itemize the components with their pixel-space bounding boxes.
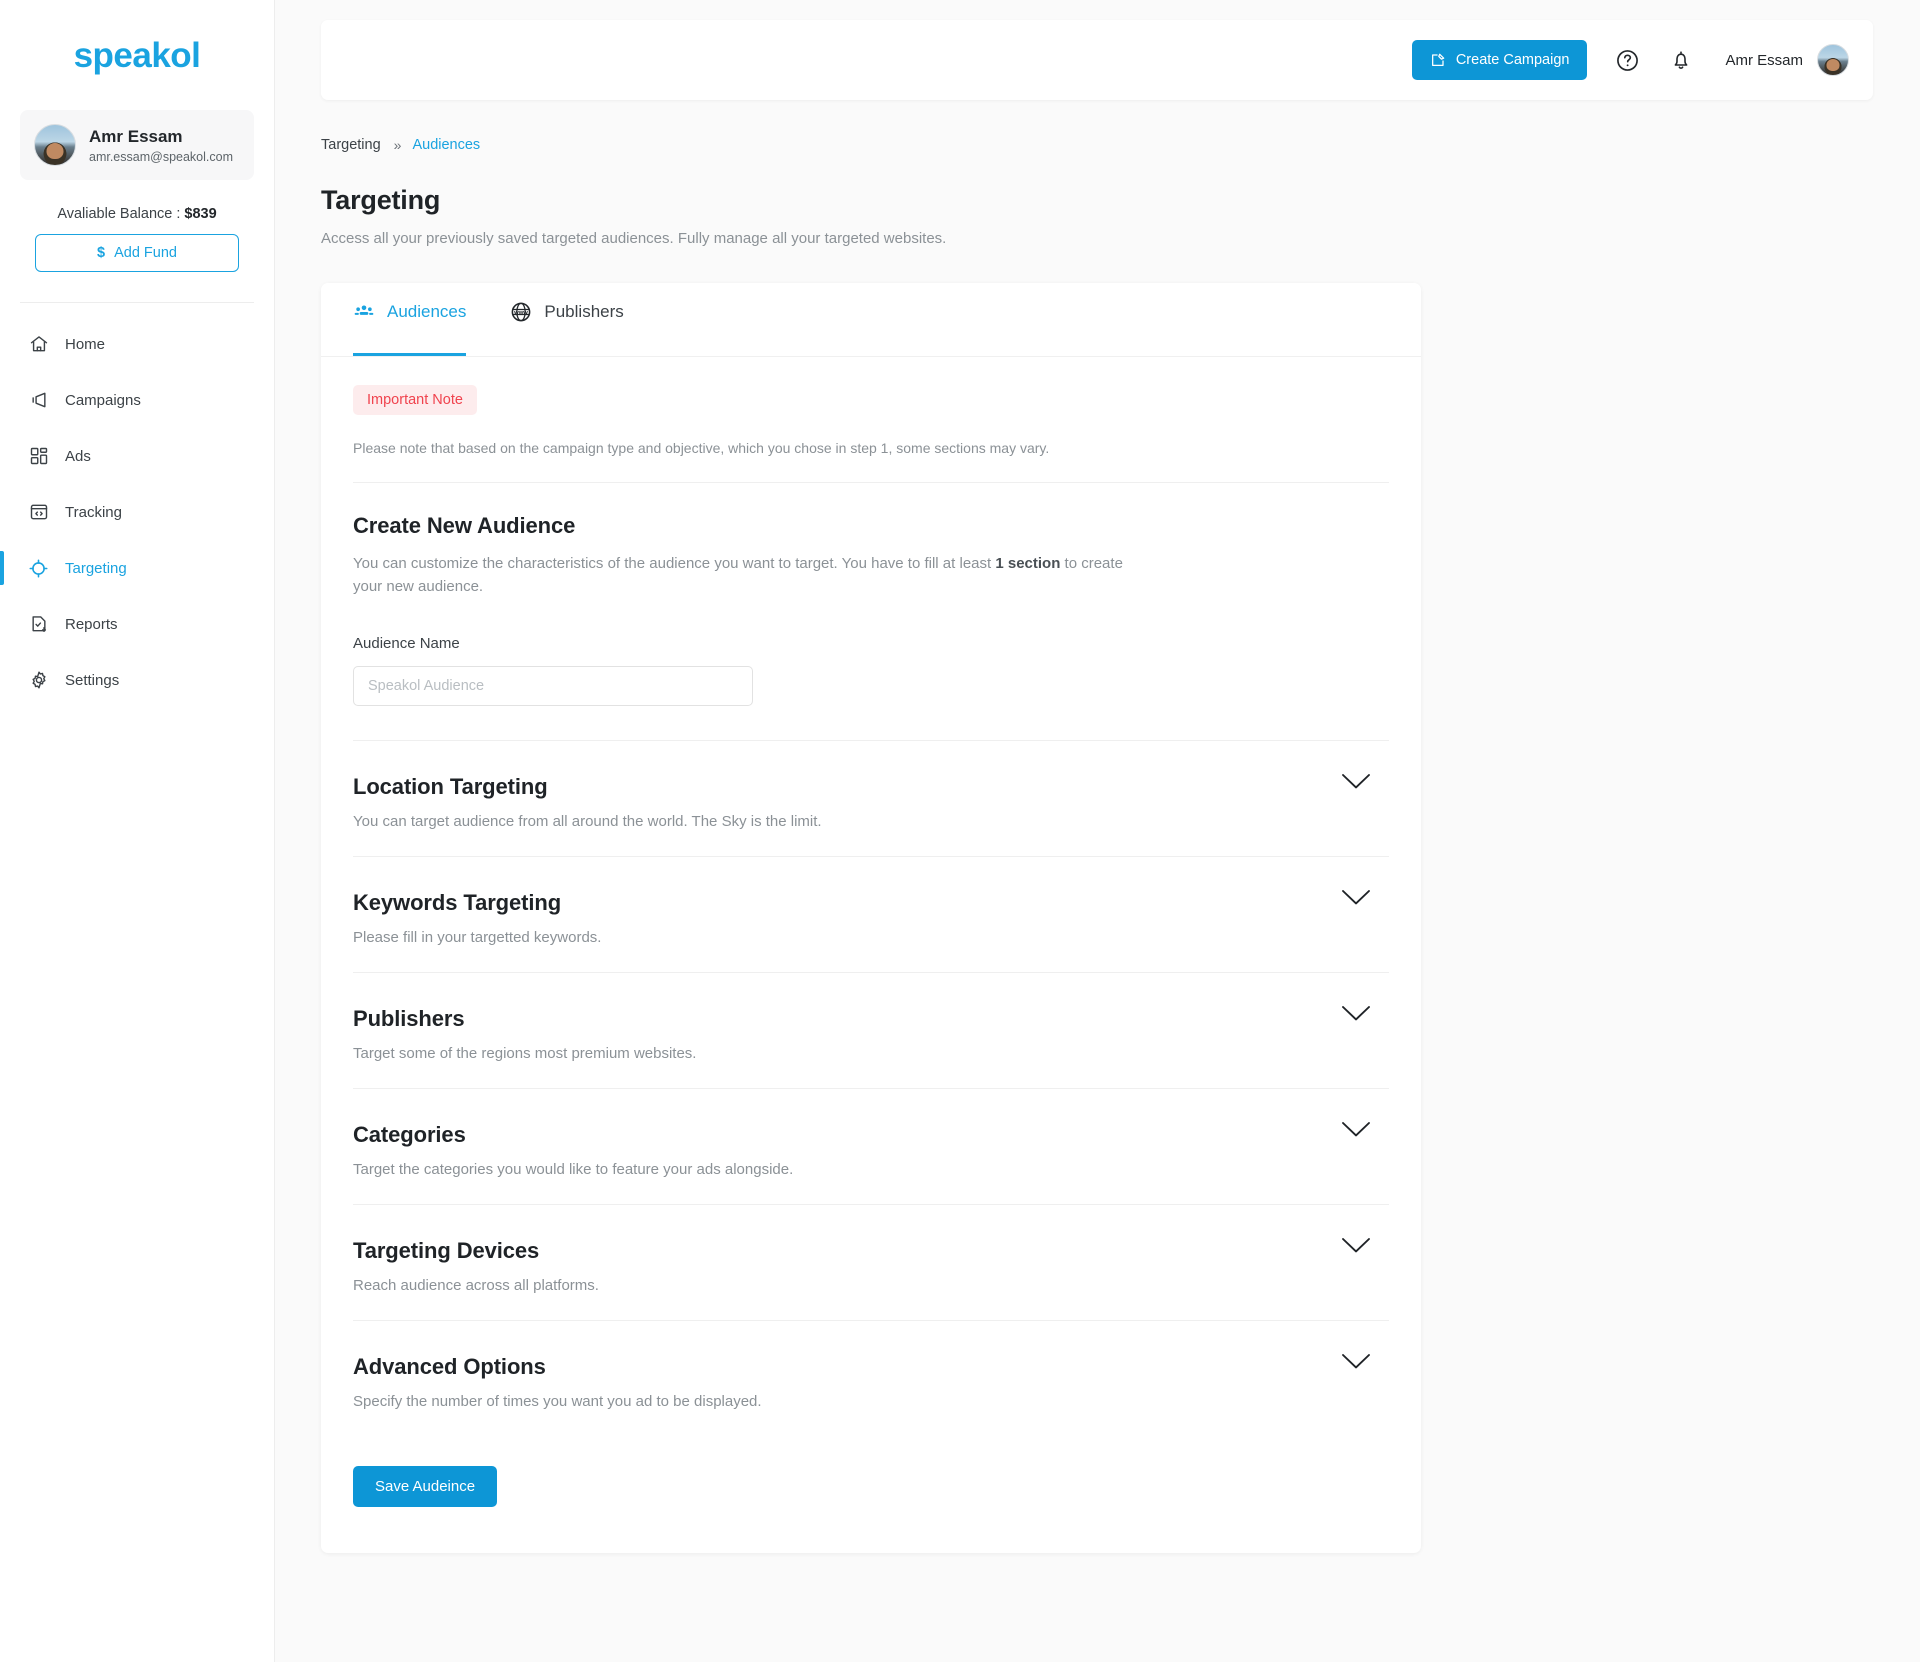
create-audience-title: Create New Audience [353,513,576,538]
create-new-audience-block: Create New Audience You can customize th… [353,483,1389,740]
tab-bar: Audiences www Publishers [321,283,1421,357]
desc-part-1: You can customize the characteristics of… [353,555,996,572]
chevron-down-icon[interactable] [1341,773,1371,791]
section-desc: Target some of the regions most premium … [353,1044,697,1062]
app-root: speakol Amr Essam amr.essam@speakol.com … [0,0,1920,1662]
sidebar-item-label: Settings [65,671,120,689]
profile-name: Amr Essam [89,126,183,146]
home-icon [28,334,49,355]
sidebar-item-reports[interactable]: Reports [0,601,274,647]
chevron-down-icon[interactable] [1341,1353,1371,1371]
section-categories[interactable]: Categories Target the categories you wou… [353,1087,1389,1204]
page-title: Targeting [321,185,441,215]
section-desc: You can target audience from all around … [353,812,822,830]
create-audience-desc: You can customize the characteristics of… [353,552,1143,599]
topbar-user-menu[interactable]: Amr Essam [1725,44,1849,76]
sidebar-item-ads[interactable]: Ads [0,433,274,479]
available-balance: Avaliable Balance : $839 [0,206,274,222]
section-title: Location Targeting [353,773,548,799]
section-keywords-targeting[interactable]: Keywords Targeting Please fill in your t… [353,855,1389,972]
sidebar-profile-card[interactable]: Amr Essam amr.essam@speakol.com [20,110,254,180]
chevron-down-icon[interactable] [1341,1005,1371,1023]
bell-icon[interactable] [1667,46,1695,74]
add-fund-label: Add Fund [114,245,177,261]
chevron-down-icon[interactable] [1341,1237,1371,1255]
page-subtitle: Access all your previously saved targete… [321,230,947,247]
sidebar-item-label: Campaigns [65,391,141,409]
create-campaign-button[interactable]: Create Campaign [1411,40,1588,80]
gear-icon [28,670,49,691]
megaphone-icon [28,390,49,411]
balance-label: Avaliable Balance : [57,206,181,222]
speakol-logo[interactable]: speakol [0,36,274,76]
dollar-icon: $ [97,245,106,261]
section-title: Keywords Targeting [353,889,562,915]
code-window-icon [28,502,49,523]
main-content: Create Campaign Amr Essam Targeting » Au… [275,0,1920,1662]
breadcrumb: Targeting » Audiences [321,137,1920,153]
card-body: Important Note Please note that based on… [321,357,1421,1553]
sidebar-item-label: Ads [65,447,91,465]
report-download-icon [28,614,49,635]
sidebar-item-home[interactable]: Home [0,321,274,367]
section-desc: Specify the number of times you want you… [353,1392,762,1410]
section-title: Publishers [353,1005,465,1031]
create-campaign-label: Create Campaign [1455,52,1570,68]
section-targeting-devices[interactable]: Targeting Devices Reach audience across … [353,1203,1389,1320]
tab-publishers[interactable]: www Publishers [510,283,624,356]
audience-name-input[interactable] [353,665,753,706]
balance-amount: $839 [184,206,217,222]
people-group-icon [353,301,375,323]
section-location-targeting[interactable]: Location Targeting You can target audien… [353,739,1389,856]
section-title: Categories [353,1121,466,1147]
sidebar-divider [20,302,254,303]
desc-highlight: 1 section [995,555,1061,572]
save-row: Save Audeince [353,1436,1389,1553]
section-advanced-options[interactable]: Advanced Options Specify the number of t… [353,1319,1389,1436]
question-circle-icon[interactable] [1613,46,1641,74]
sidebar-item-label: Home [65,335,106,353]
section-publishers[interactable]: Publishers Target some of the regions mo… [353,971,1389,1088]
section-desc: Target the categories you would like to … [353,1160,794,1178]
tab-label: Audiences [387,301,467,321]
sidebar: speakol Amr Essam amr.essam@speakol.com … [0,0,275,1662]
chevron-down-icon[interactable] [1341,1121,1371,1139]
section-desc: Please fill in your targetted keywords. [353,928,602,946]
chevron-right-icon: » [393,137,402,153]
sidebar-item-settings[interactable]: Settings [0,657,274,703]
svg-text:www: www [514,310,529,316]
target-icon [28,558,49,579]
edit-square-icon [1431,53,1445,66]
add-fund-button[interactable]: $ Add Fund [35,234,239,272]
sidebar-item-label: Targeting [65,559,127,577]
important-note-text: Please note that based on the campaign t… [353,440,1050,456]
avatar [1817,44,1849,76]
breadcrumb-current[interactable]: Audiences [412,137,480,153]
avatar [34,124,76,166]
grid-icon [28,446,49,467]
audience-name-label: Audience Name [353,634,460,652]
tab-audiences[interactable]: Audiences [353,283,467,356]
topbar: Create Campaign Amr Essam [321,20,1873,100]
sidebar-item-label: Reports [65,615,118,633]
sidebar-nav: Home Campaigns Ads Tracking Targeting Re… [0,321,274,703]
save-audience-button[interactable]: Save Audeince [353,1465,498,1507]
sidebar-item-label: Tracking [65,503,122,521]
profile-email: amr.essam@speakol.com [89,150,233,165]
section-title: Targeting Devices [353,1237,540,1263]
sidebar-item-tracking[interactable]: Tracking [0,489,274,535]
section-desc: Reach audience across all platforms. [353,1276,599,1294]
breadcrumb-parent[interactable]: Targeting [321,137,381,153]
tab-label: Publishers [544,301,624,321]
chevron-down-icon[interactable] [1341,889,1371,907]
topbar-username: Amr Essam [1725,51,1803,69]
audiences-card: Audiences www Publishers Important Note … [321,283,1421,1553]
sidebar-item-campaigns[interactable]: Campaigns [0,377,274,423]
important-note-badge: Important Note [353,385,477,415]
audience-name-field-wrap [353,652,1389,740]
section-title: Advanced Options [353,1353,546,1379]
sidebar-item-targeting[interactable]: Targeting [0,545,274,591]
www-globe-icon: www [510,301,532,323]
